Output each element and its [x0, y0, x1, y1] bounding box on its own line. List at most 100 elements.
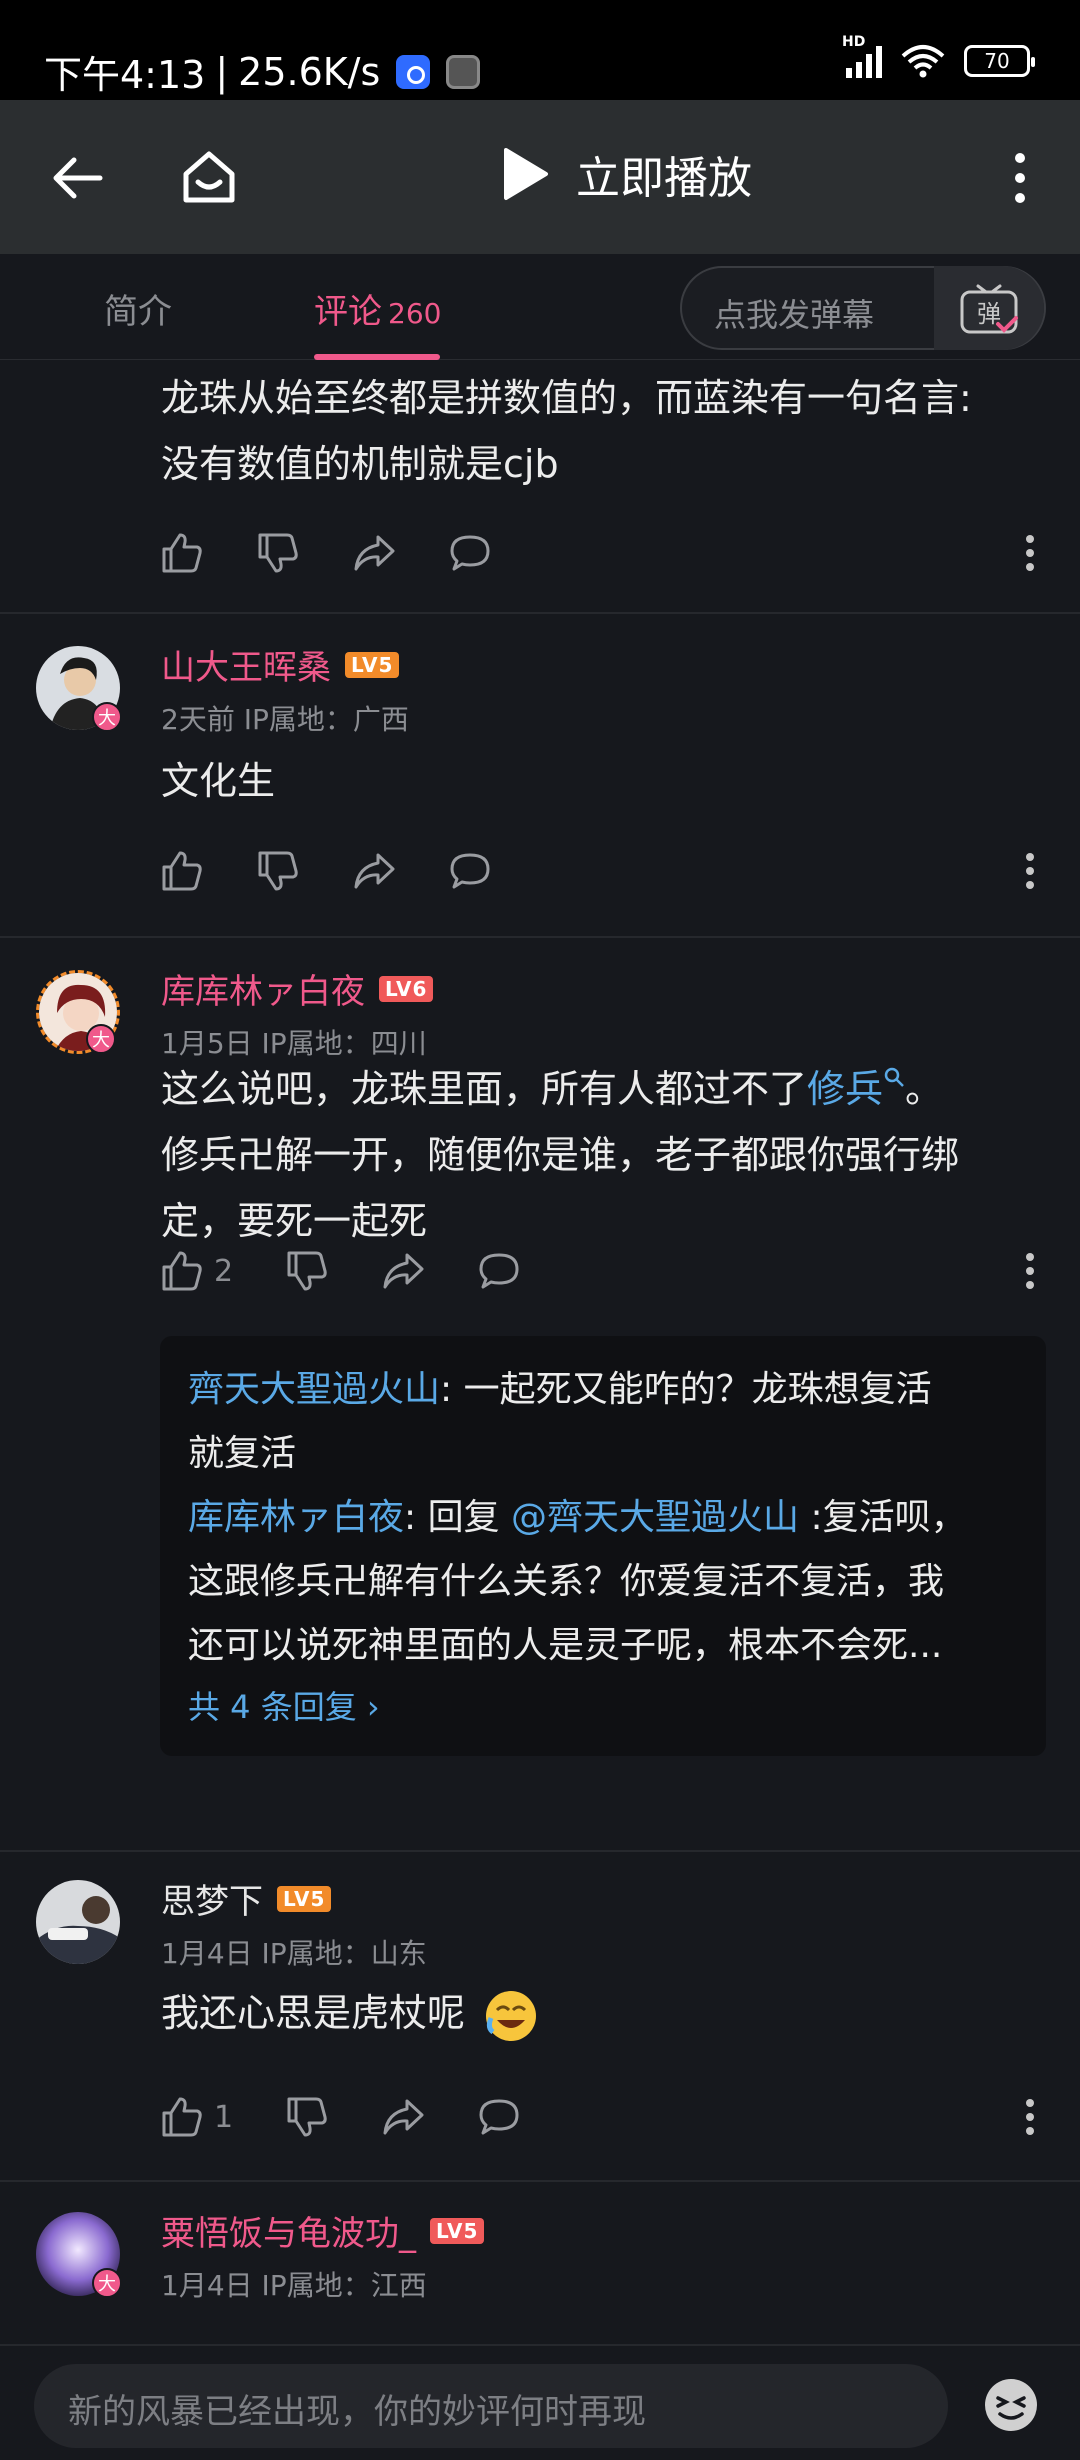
notification-app-icon-2 [446, 54, 481, 89]
danmaku-input[interactable]: 点我发弹幕 弹 [680, 266, 1046, 350]
battery-icon: 70 [964, 45, 1035, 77]
top-app-bar: 立即播放 [0, 100, 1080, 254]
more-options-icon[interactable] [1018, 528, 1042, 578]
reply-button[interactable] [448, 849, 492, 893]
reply-button[interactable] [448, 531, 492, 575]
more-options-icon[interactable] [1018, 846, 1042, 896]
thumb-up-icon [162, 1251, 202, 1291]
play-icon [504, 148, 548, 200]
like-button[interactable]: 1 [160, 2095, 233, 2139]
comment-item: 思梦下 LV5 1月4日 IP属地：山东 我还心思是虎杖呢 1 [0, 1852, 1080, 2182]
share-button[interactable] [352, 849, 396, 893]
comment-text: 我还心思是虎杖呢 [161, 1980, 1041, 2046]
more-options-icon[interactable] [1018, 1246, 1042, 1296]
hd-label: HD [842, 34, 866, 50]
status-speed: 25.6K/s [238, 49, 381, 94]
comment-item: 大 库库林ァ白夜 LV6 1月5日 IP属地：四川 这么说吧，龙珠里面，所有人都… [0, 938, 1080, 1852]
search-keyword-link[interactable]: 修兵 [807, 1067, 905, 1111]
status-bar: 下午4:13 | 25.6K/s HD 70 [0, 0, 1080, 100]
dislike-button[interactable] [256, 849, 300, 893]
reply-item: 齊天大聖過火山: 一起死又能咋的？龙珠想复活 [188, 1369, 932, 1410]
more-vertical-icon[interactable] [1000, 150, 1040, 206]
vip-badge: 大 [86, 1024, 116, 1054]
like-button[interactable]: 2 [160, 1249, 233, 1293]
notification-app-icon [396, 54, 431, 89]
wifi-icon [901, 45, 945, 78]
share-icon [383, 2099, 424, 2135]
tab-comments-count: 260 [388, 297, 442, 330]
reply-preview-box[interactable]: 齊天大聖過火山: 一起死又能咋的？龙珠想复活 就复活 库库林ァ白夜: 回复 @齊… [160, 1336, 1046, 1756]
level-badge: LV5 [430, 2217, 485, 2244]
share-button[interactable] [381, 1249, 425, 1293]
mention-link[interactable]: @齊天大聖過火山 [511, 1497, 799, 1538]
thumb-up-icon [162, 851, 202, 891]
like-button[interactable] [160, 849, 204, 893]
reply-username[interactable]: 库库林ァ白夜 [188, 1497, 404, 1538]
crying-laughing-emoji-icon [486, 1990, 537, 2041]
battery-level: 70 [984, 49, 1010, 73]
comment-text: 龙珠从始至终都是拼数值的，而蓝染有一句名言: 没有数值的机制就是cjb [161, 376, 972, 486]
view-all-replies-link[interactable]: 共 4 条回复 › [188, 1678, 1018, 1736]
comment-item: 大 山大王晖桑 LV5 2天前 IP属地：广西 文化生 [0, 614, 1080, 938]
comment-actions: 1 [160, 2092, 1060, 2142]
reply-username[interactable]: 齊天大聖過火山 [188, 1369, 440, 1410]
vip-badge: 大 [92, 702, 122, 732]
thumb-down-icon [287, 1251, 327, 1291]
thumb-down-icon [258, 851, 298, 891]
level-badge: LV5 [345, 651, 400, 678]
comment-actions [160, 528, 1060, 578]
thumb-up-icon [162, 2097, 202, 2137]
search-icon [884, 1067, 904, 1087]
comment-meta: 1月4日 IP属地：江西 [161, 2269, 427, 2302]
comment-input-placeholder: 新的风暴已经出现，你的妙评何时再现 [68, 2392, 646, 2432]
comment-bubble-icon [450, 853, 490, 889]
comment-list: 龙珠从始至终都是拼数值的，而蓝染有一句名言: 没有数值的机制就是cjb 大 山大… [0, 360, 1080, 2344]
comment-actions [160, 846, 1060, 896]
reply-item: 库库林ァ白夜: 回复 @齊天大聖過火山 :复活呗， [188, 1497, 967, 1538]
dislike-button[interactable] [285, 2095, 329, 2139]
play-now-button[interactable]: 立即播放 [500, 142, 752, 206]
share-button[interactable] [381, 2095, 425, 2139]
username[interactable]: 粟悟饭与龟波功_ LV5 [161, 2206, 485, 2255]
more-options-icon[interactable] [1018, 2092, 1042, 2142]
comment-bubble-icon [479, 1253, 519, 1289]
avatar[interactable] [36, 1880, 120, 1964]
danmaku-placeholder: 点我发弹幕 [714, 296, 875, 334]
username[interactable]: 山大王晖桑 LV5 [161, 640, 400, 689]
username[interactable]: 库库林ァ白夜 LV6 [161, 964, 434, 1013]
comment-meta: 2天前 IP属地：广西 [161, 703, 409, 736]
comment-input[interactable]: 新的风暴已经出现，你的妙评何时再现 [34, 2364, 948, 2448]
back-arrow-icon[interactable] [50, 150, 106, 206]
share-button[interactable] [352, 531, 396, 575]
dislike-button[interactable] [256, 531, 300, 575]
comment-text: 这么说吧，龙珠里面，所有人都过不了修兵。 修兵卍解一开，随便你是谁，老子都跟你强… [161, 1067, 960, 1243]
share-icon [354, 853, 395, 889]
danmaku-toggle-button[interactable]: 弹 [934, 266, 1044, 350]
comment-item: 龙珠从始至终都是拼数值的，而蓝染有一句名言: 没有数值的机制就是cjb [0, 360, 1080, 614]
comment-bubble-icon [450, 535, 490, 571]
comment-bubble-icon [479, 2099, 519, 2135]
home-icon[interactable] [178, 146, 240, 208]
share-icon [354, 535, 395, 571]
status-time: 下午4:13 [44, 53, 206, 97]
reply-button[interactable] [477, 1249, 521, 1293]
avatar-image [36, 1880, 120, 1964]
username[interactable]: 思梦下 LV5 [161, 1874, 332, 1923]
tab-bar: 简介 评论 260 点我发弹幕 弹 [0, 254, 1080, 360]
tab-comments[interactable]: 评论 260 [314, 284, 441, 333]
vip-badge: 大 [92, 2268, 122, 2298]
like-button[interactable] [160, 531, 204, 575]
comment-text: 文化生 [161, 759, 276, 803]
emoji-icon[interactable] [982, 2376, 1040, 2434]
like-count: 1 [214, 2099, 234, 2135]
comment-input-bar: 新的风暴已经出现，你的妙评何时再现 [0, 2344, 1080, 2460]
status-right: HD 70 [842, 34, 1035, 78]
level-badge: LV6 [379, 975, 434, 1002]
reply-button[interactable] [477, 2095, 521, 2139]
comment-actions: 2 [160, 1246, 1060, 1296]
tab-intro[interactable]: 简介 [104, 284, 172, 333]
dislike-button[interactable] [285, 1249, 329, 1293]
play-now-label: 立即播放 [576, 153, 752, 204]
share-icon [383, 1253, 424, 1289]
comment-item: 大 粟悟饭与龟波功_ LV5 1月4日 IP属地：江西 [0, 2182, 1080, 2344]
